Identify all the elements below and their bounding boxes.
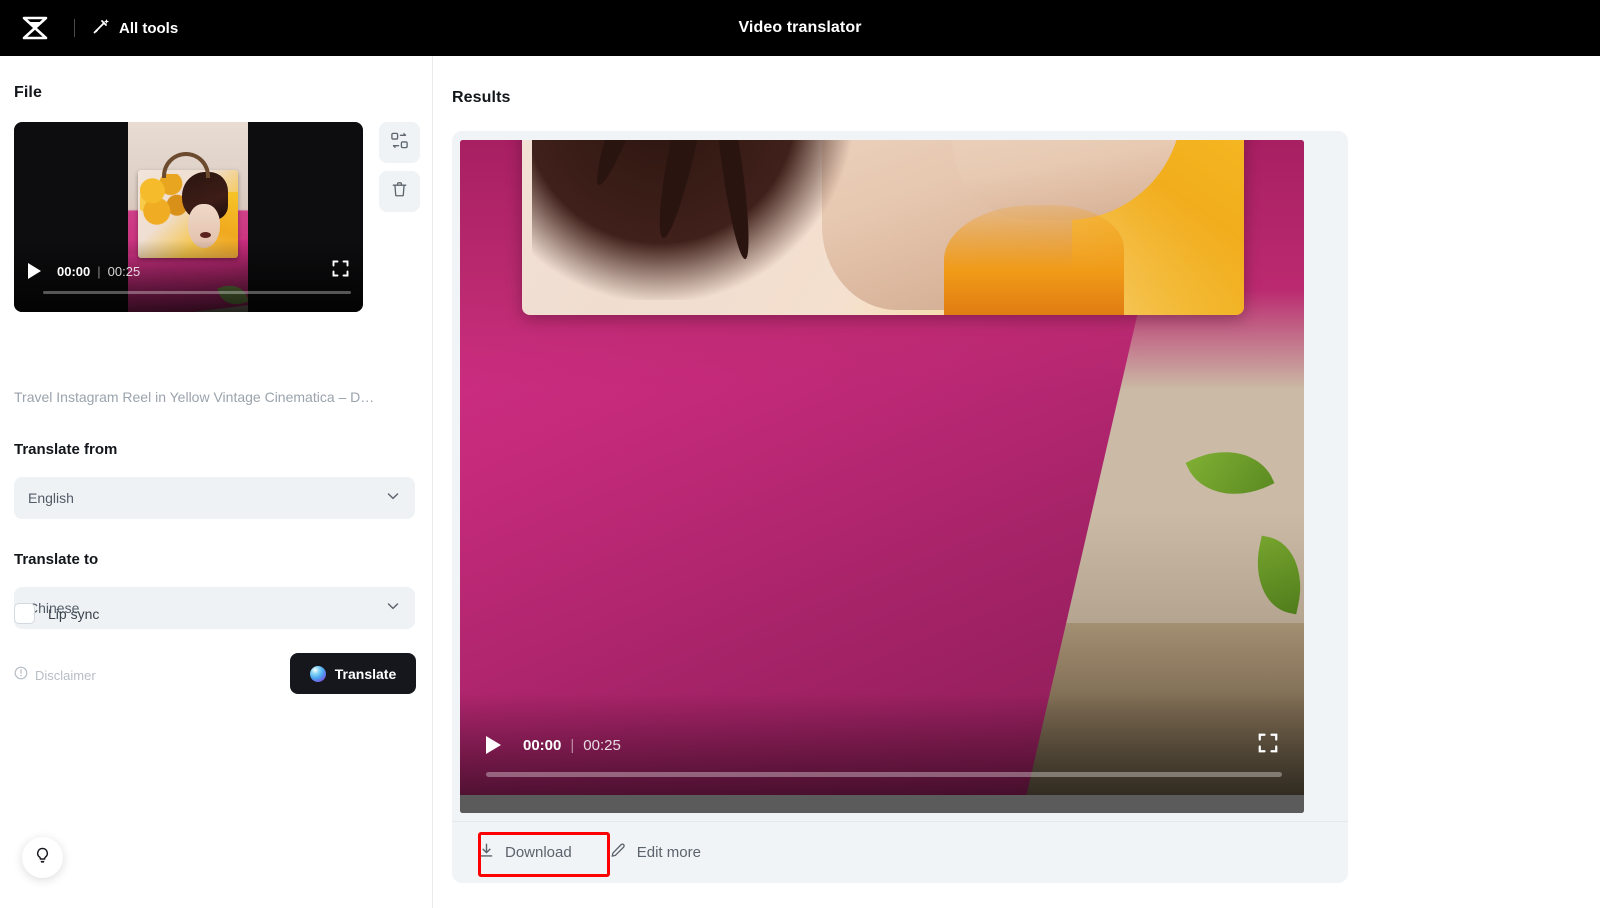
play-icon[interactable] <box>28 263 41 279</box>
result-player-controls: 00:00 | 00:25 <box>460 732 1304 758</box>
trash-icon <box>390 180 409 204</box>
results-title: Results <box>452 89 511 106</box>
help-button[interactable] <box>22 837 63 878</box>
result-total-time: 00:25 <box>583 736 621 754</box>
divider <box>74 19 75 37</box>
file-player-controls: 00:00 | 00:25 <box>14 260 363 282</box>
translate-from-label: Translate from <box>14 441 118 458</box>
fullscreen-icon[interactable] <box>1258 733 1278 758</box>
time-separator: | <box>97 263 101 279</box>
info-icon <box>14 666 28 685</box>
download-icon <box>478 842 495 863</box>
file-section-title: File <box>14 84 42 101</box>
video-scrollbar[interactable] <box>460 795 1304 813</box>
results-panel: Results 00:00 | 00:25 Download Edit more <box>434 56 1600 908</box>
download-button[interactable]: Download <box>462 833 588 873</box>
translate-button[interactable]: Translate <box>290 653 416 694</box>
time-separator: | <box>570 736 575 754</box>
fullscreen-icon[interactable] <box>332 260 349 282</box>
file-total-time: 00:25 <box>107 263 141 279</box>
file-name-label: Travel Instagram Reel in Yellow Vintage … <box>14 389 375 405</box>
translate-button-label: Translate <box>334 665 397 682</box>
page-title: Video translator <box>738 19 862 36</box>
lip-sync-label: Lip sync <box>48 605 100 622</box>
disclaimer-link[interactable]: Disclaimer <box>14 666 96 685</box>
result-current-time: 00:00 <box>523 736 562 754</box>
magic-wand-icon <box>91 17 110 40</box>
disclaimer-label: Disclaimer <box>35 668 96 683</box>
play-icon[interactable] <box>486 736 501 754</box>
result-video-frame <box>522 140 1244 315</box>
results-action-bar: Download Edit more <box>452 821 1348 883</box>
translate-from-value: English <box>28 490 74 506</box>
replace-file-button[interactable] <box>379 122 420 163</box>
pencil-icon <box>610 842 627 863</box>
capcut-logo-icon[interactable] <box>18 11 52 45</box>
replace-media-icon <box>390 131 409 155</box>
result-progress-bar[interactable] <box>486 772 1282 777</box>
file-video-preview[interactable]: 00:00 | 00:25 <box>14 122 363 312</box>
file-thumbnail-image <box>128 122 248 312</box>
all-tools-button[interactable]: All tools <box>91 17 178 40</box>
translate-to-label: Translate to <box>14 551 99 568</box>
translate-from-select[interactable]: English <box>14 477 415 519</box>
edit-more-label: Edit more <box>636 844 701 861</box>
lip-sync-checkbox[interactable] <box>14 603 35 624</box>
file-preview-row: 00:00 | 00:25 <box>14 122 420 312</box>
top-bar: All tools Video translator <box>0 0 1600 56</box>
all-tools-label: All tools <box>119 19 179 37</box>
chevron-down-icon <box>385 598 401 619</box>
download-label: Download <box>505 844 572 861</box>
results-card: 00:00 | 00:25 Download Edit more <box>452 131 1348 883</box>
lip-sync-row[interactable]: Lip sync <box>14 603 99 624</box>
left-panel: File 00:00 | 00:25 Travel Instagram Reel… <box>0 56 433 908</box>
file-action-buttons <box>379 122 420 212</box>
ai-sphere-icon <box>309 665 326 682</box>
delete-file-button[interactable] <box>379 171 420 212</box>
chevron-down-icon <box>385 488 401 509</box>
file-current-time: 00:00 <box>57 263 91 279</box>
lightbulb-icon <box>33 846 52 870</box>
edit-more-button[interactable]: Edit more <box>594 833 717 873</box>
file-progress-bar[interactable] <box>43 291 351 294</box>
result-video-player[interactable]: 00:00 | 00:25 <box>460 140 1304 813</box>
